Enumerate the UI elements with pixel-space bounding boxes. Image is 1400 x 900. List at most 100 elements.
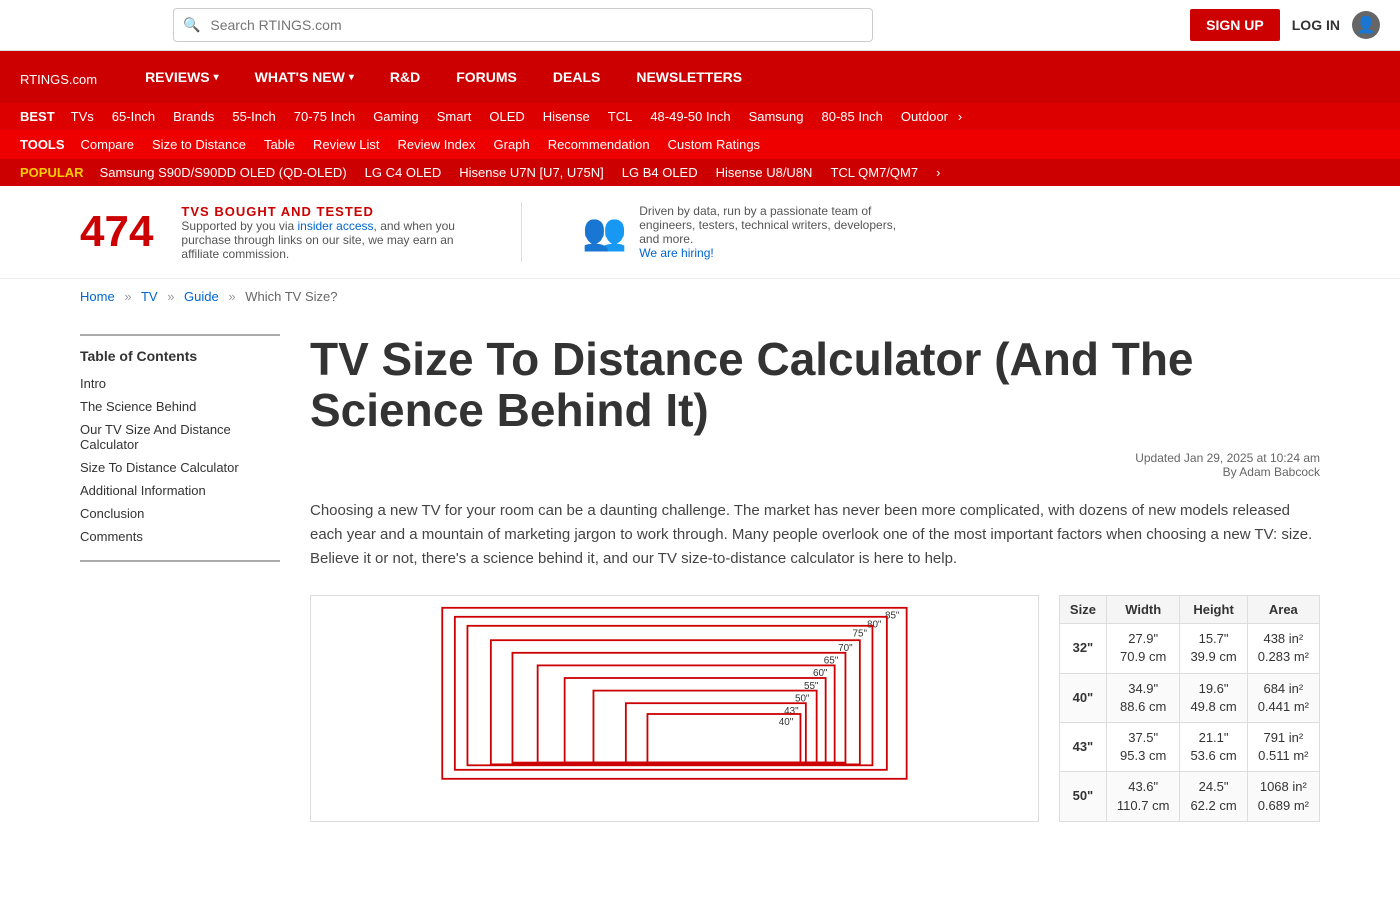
row-height: 24.5"62.2 cm: [1180, 772, 1247, 821]
best-gaming[interactable]: Gaming: [365, 107, 427, 126]
svg-text:75": 75": [853, 629, 868, 640]
tools-nav: TOOLS Compare Size to Distance Table Rev…: [0, 130, 1400, 159]
row-height: 15.7"39.9 cm: [1180, 624, 1247, 673]
popular-hisense-u7n[interactable]: Hisense U7N [U7, U75N]: [451, 163, 612, 182]
best-hisense[interactable]: Hisense: [535, 107, 598, 126]
tool-review-list[interactable]: Review List: [305, 134, 387, 155]
signup-button[interactable]: SIGN UP: [1190, 9, 1280, 41]
tv-size-svg: 85" 80" 75" 70" 65" 60": [321, 606, 1028, 786]
insider-access-link[interactable]: insider access: [298, 219, 374, 233]
nav-deals[interactable]: DEALS: [535, 51, 618, 103]
sidebar: Table of Contents Intro The Science Behi…: [80, 334, 280, 822]
col-area: Area: [1247, 596, 1319, 624]
search-icon: 🔍: [183, 17, 200, 34]
tool-size-to-distance[interactable]: Size to Distance: [144, 134, 254, 155]
nav-items: REVIEWS ▾ WHAT'S NEW ▾ R&D FORUMS DEALS …: [127, 51, 760, 103]
toc-item-size-distance[interactable]: Size To Distance Calculator: [80, 456, 280, 479]
row-width: 34.9"88.6 cm: [1106, 673, 1180, 722]
row-size: 32": [1059, 624, 1106, 673]
stat-desc: Supported by you via insider access, and…: [181, 219, 461, 261]
best-tvs[interactable]: TVs: [63, 107, 102, 126]
row-size: 50": [1059, 772, 1106, 821]
team-desc: Driven by data, run by a passionate team…: [639, 204, 919, 260]
main-content: Table of Contents Intro The Science Behi…: [0, 314, 1400, 842]
breadcrumb-tv[interactable]: TV: [141, 289, 158, 304]
tool-review-index[interactable]: Review Index: [390, 134, 484, 155]
row-height: 19.6"49.8 cm: [1180, 673, 1247, 722]
breadcrumb-guide[interactable]: Guide: [184, 289, 219, 304]
best-nav: BEST TVs 65-Inch Brands 55-Inch 70-75 In…: [0, 103, 1400, 130]
nav-whats-new[interactable]: WHAT'S NEW ▾: [237, 51, 372, 103]
user-avatar[interactable]: 👤: [1352, 11, 1380, 39]
best-55inch[interactable]: 55-Inch: [224, 107, 283, 126]
breadcrumb-sep-3: »: [228, 289, 235, 304]
nav-rd[interactable]: R&D: [372, 51, 438, 103]
stat-title: TVS BOUGHT AND TESTED: [181, 204, 461, 219]
tool-recommendation[interactable]: Recommendation: [540, 134, 658, 155]
team-icon: 👥: [582, 211, 627, 253]
article-intro: Choosing a new TV for your room can be a…: [310, 499, 1320, 571]
toc-item-calculator[interactable]: Our TV Size And Distance Calculator: [80, 418, 280, 456]
tv-diagram: 85" 80" 75" 70" 65" 60": [310, 595, 1039, 822]
row-size: 40": [1059, 673, 1106, 722]
table-row: 50" 43.6"110.7 cm 24.5"62.2 cm 1068 in²0…: [1059, 772, 1319, 821]
best-more: ›: [958, 109, 962, 124]
toc-item-intro[interactable]: Intro: [80, 372, 280, 395]
row-area: 438 in²0.283 m²: [1247, 624, 1319, 673]
tool-custom-ratings[interactable]: Custom Ratings: [660, 134, 768, 155]
toc-item-science[interactable]: The Science Behind: [80, 395, 280, 418]
row-area: 1068 in²0.689 m²: [1247, 772, 1319, 821]
stat-team: 👥 Driven by data, run by a passionate te…: [582, 204, 919, 260]
best-oled[interactable]: OLED: [481, 107, 532, 126]
author: By Adam Babcock: [310, 465, 1320, 479]
breadcrumb-sep-2: »: [167, 289, 174, 304]
updated-date: Updated Jan 29, 2025 at 10:24 am: [310, 451, 1320, 465]
stat-text: TVS BOUGHT AND TESTED Supported by you v…: [181, 204, 461, 261]
hiring-link[interactable]: We are hiring!: [639, 246, 713, 260]
site-logo[interactable]: RTINGS.com: [20, 64, 97, 90]
tool-table[interactable]: Table: [256, 134, 303, 155]
popular-label: POPULAR: [20, 165, 84, 180]
row-width: 43.6"110.7 cm: [1106, 772, 1180, 821]
diagram-wrap: 85" 80" 75" 70" 65" 60": [310, 595, 1320, 822]
search-wrap: 🔍: [173, 8, 873, 42]
best-48-49-50inch[interactable]: 48-49-50 Inch: [642, 107, 738, 126]
best-65inch[interactable]: 65-Inch: [104, 107, 163, 126]
best-tcl[interactable]: TCL: [600, 107, 641, 126]
nav-reviews[interactable]: REVIEWS ▾: [127, 51, 237, 103]
best-smart[interactable]: Smart: [429, 107, 480, 126]
search-input[interactable]: [173, 8, 873, 42]
popular-tcl-qm7[interactable]: TCL QM7/QM7: [822, 163, 926, 182]
main-nav: RTINGS.com REVIEWS ▾ WHAT'S NEW ▾ R&D FO…: [0, 51, 1400, 103]
best-70-75inch[interactable]: 70-75 Inch: [286, 107, 363, 126]
row-size: 43": [1059, 722, 1106, 771]
col-width: Width: [1106, 596, 1180, 624]
popular-hisense-u8[interactable]: Hisense U8/U8N: [708, 163, 821, 182]
best-brands[interactable]: Brands: [165, 107, 222, 126]
nav-newsletters[interactable]: NEWSLETTERS: [618, 51, 760, 103]
breadcrumb-home[interactable]: Home: [80, 289, 115, 304]
tool-compare[interactable]: Compare: [73, 134, 142, 155]
best-80-85inch[interactable]: 80-85 Inch: [813, 107, 890, 126]
breadcrumb-current: Which TV Size?: [245, 289, 337, 304]
popular-samsung-s90d[interactable]: Samsung S90D/S90DD OLED (QD-OLED): [92, 163, 355, 182]
table-row: 43" 37.5"95.3 cm 21.1"53.6 cm 791 in²0.5…: [1059, 722, 1319, 771]
tool-graph[interactable]: Graph: [486, 134, 538, 155]
top-bar-right: SIGN UP LOG IN 👤: [1190, 9, 1380, 41]
col-height: Height: [1180, 596, 1247, 624]
breadcrumb-sep-1: »: [124, 289, 131, 304]
col-size: Size: [1059, 596, 1106, 624]
row-area: 684 in²0.441 m²: [1247, 673, 1319, 722]
toc-item-comments[interactable]: Comments: [80, 525, 280, 548]
popular-lg-b4[interactable]: LG B4 OLED: [614, 163, 706, 182]
popular-lg-c4[interactable]: LG C4 OLED: [357, 163, 450, 182]
best-samsung[interactable]: Samsung: [741, 107, 812, 126]
toc-item-conclusion[interactable]: Conclusion: [80, 502, 280, 525]
best-outdoor[interactable]: Outdoor: [893, 107, 956, 126]
svg-text:43": 43": [784, 706, 799, 717]
toc-item-additional[interactable]: Additional Information: [80, 479, 280, 502]
size-table: Size Width Height Area 32" 27.9"70.9 cm …: [1059, 595, 1320, 822]
nav-forums[interactable]: FORUMS: [438, 51, 535, 103]
login-button[interactable]: LOG IN: [1292, 17, 1340, 33]
stats-bar: 474 TVS BOUGHT AND TESTED Supported by y…: [0, 186, 1400, 279]
